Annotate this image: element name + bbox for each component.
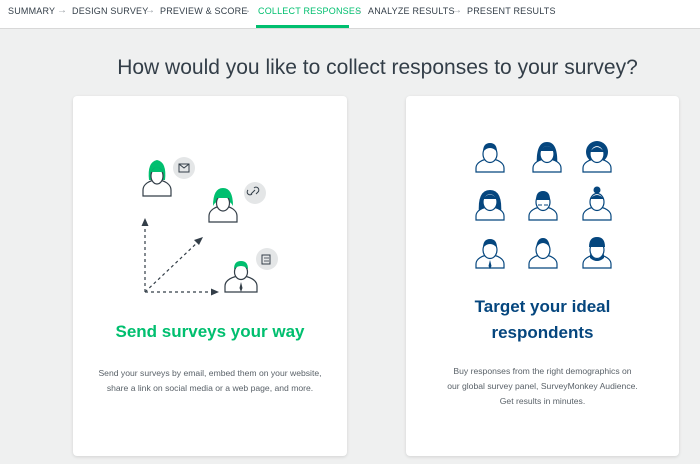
respondent-icon bbox=[532, 142, 562, 173]
respondent-icon bbox=[475, 239, 505, 269]
step-analyze-results[interactable]: ANALYZE RESULTS bbox=[368, 6, 455, 16]
respondent-icon bbox=[582, 237, 612, 269]
step-summary[interactable]: SUMMARY bbox=[8, 6, 55, 16]
person-link-icon bbox=[208, 182, 266, 223]
step-arrow-icon: → bbox=[241, 5, 251, 16]
card-description: Send your surveys by email, embed them o… bbox=[98, 368, 322, 393]
respondent-icon bbox=[475, 190, 505, 221]
card-title: Target your ideal respondents bbox=[474, 297, 611, 342]
respondent-icon bbox=[528, 238, 558, 269]
step-collect-responses[interactable]: COLLECT RESPONSES bbox=[258, 6, 361, 16]
step-design-survey[interactable]: DESIGN SURVEY bbox=[72, 6, 148, 16]
send-surveys-illustration bbox=[141, 157, 278, 296]
card-description: Buy responses from the right demographic… bbox=[447, 366, 638, 406]
target-respondents-card[interactable]: Target your ideal respondents Buy respon… bbox=[406, 96, 679, 456]
page-headline: How would you like to collect responses … bbox=[117, 56, 638, 79]
person-document-icon bbox=[224, 248, 278, 293]
step-preview-score[interactable]: PREVIEW & SCORE bbox=[160, 6, 248, 16]
respondent-icon bbox=[475, 143, 505, 173]
card-title: Send surveys your way bbox=[115, 322, 305, 341]
step-arrow-icon: → bbox=[57, 5, 67, 16]
step-arrow-icon: → bbox=[353, 5, 363, 16]
respondents-grid-illustration bbox=[475, 141, 612, 269]
respondent-icon bbox=[528, 191, 558, 221]
step-present-results[interactable]: PRESENT RESULTS bbox=[467, 6, 556, 16]
step-arrow-icon: → bbox=[452, 5, 462, 16]
step-arrow-icon: → bbox=[145, 5, 155, 16]
active-step-indicator bbox=[256, 25, 349, 28]
send-surveys-card[interactable]: Send surveys your way Send your surveys … bbox=[73, 96, 347, 456]
respondent-icon bbox=[582, 186, 612, 221]
person-email-icon bbox=[142, 157, 195, 197]
progress-nav: SUMMARY → DESIGN SURVEY → PREVIEW & SCOR… bbox=[0, 0, 700, 29]
respondent-icon bbox=[582, 141, 612, 173]
